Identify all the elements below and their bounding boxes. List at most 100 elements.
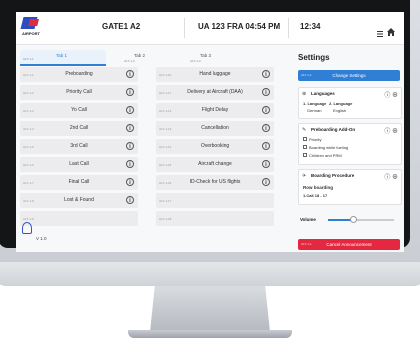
tab-bar: A1T-1-1 Tab 1 Tab 2 A1T-1-2 Tab 3 A1T-1-… <box>20 50 276 66</box>
home-icon[interactable] <box>387 23 395 36</box>
left-col-announcement-row[interactable]: A1T-1-7 Final Call i <box>20 175 138 190</box>
row-label: Overbooking <box>200 143 230 149</box>
row-code: A1T-1-18 <box>159 217 172 221</box>
info-icon[interactable]: i <box>126 88 134 96</box>
volume-label: Volume <box>300 217 316 222</box>
info-icon[interactable]: i <box>262 142 270 150</box>
right-col-announcement-row[interactable]: A1T-1-10 Hand luggage i <box>156 67 274 82</box>
globe-icon: ⊕ <box>302 91 307 97</box>
preboarding-addon-panel: ✎ Preboarding Add-On ⓘ ⊕ Priority Boardi… <box>298 123 402 165</box>
language-1-label: 1. Language <box>303 101 327 106</box>
logo-text: AIRPORT <box>22 31 40 36</box>
language-2-value[interactable]: English <box>333 108 346 113</box>
plane-icon: ✈ <box>302 173 307 179</box>
app-screen: AIRPORT GATE1 A2 UA 123 FRA 04:54 PM 12:… <box>16 12 404 252</box>
gate-label: GATE1 A2 <box>102 22 141 31</box>
boarding-detail: 1.Call 18 - 17 <box>303 193 328 198</box>
info-icon[interactable]: i <box>262 88 270 96</box>
monitor-stand-base <box>128 330 292 338</box>
button-label: Change Settings <box>332 73 366 78</box>
info-icon[interactable]: i <box>262 160 270 168</box>
button-code: A1T-1-1 <box>301 242 312 246</box>
right-col-announcement-row[interactable]: A1T-1-13 Cancellation i <box>156 121 274 136</box>
priority-checkbox[interactable] <box>303 137 307 141</box>
left-col-announcement-row[interactable]: A1T-1-4 2nd Call i <box>20 121 138 136</box>
info-add-icons[interactable]: ⓘ ⊕ <box>384 90 398 99</box>
row-label: Lost & Found <box>64 197 94 203</box>
tab-code: A1T-1-2 <box>124 59 135 63</box>
info-add-icons[interactable]: ⓘ ⊕ <box>384 126 398 135</box>
header-divider <box>288 18 289 38</box>
tab-label: Tab 2 <box>134 53 146 58</box>
volume-slider[interactable] <box>328 216 394 223</box>
header-divider <box>184 18 185 38</box>
fueling-checkbox[interactable] <box>303 145 307 149</box>
info-icon[interactable]: i <box>262 178 270 186</box>
language-1-value[interactable]: German <box>307 108 321 113</box>
left-col-announcement-row[interactable]: A1T-1-9 <box>20 211 138 226</box>
left-col-announcement-row[interactable]: A1T-1-2 Priority Call i <box>20 85 138 100</box>
tab-label: Tab 3 <box>200 53 212 58</box>
row-label: Cancellation <box>201 125 229 131</box>
left-col-announcement-row[interactable]: A1T-1-8 Lost & Found i <box>20 193 138 208</box>
row-label: Flight Delay <box>201 107 229 113</box>
right-col-announcement-row[interactable]: A1T-1-12 Flight Delay i <box>156 103 274 118</box>
info-icon[interactable]: i <box>262 124 270 132</box>
info-icon[interactable]: i <box>126 124 134 132</box>
tab-code: A1T-1-3 <box>190 59 201 63</box>
info-icon[interactable]: i <box>126 106 134 114</box>
left-col-announcement-row[interactable]: A1T-1-3 Yo Call i <box>20 103 138 118</box>
row-label: Aircraft change <box>198 161 232 167</box>
tab-1[interactable]: A1T-1-1 Tab 1 <box>20 50 106 66</box>
tab-label: Tab 1 <box>56 53 68 58</box>
panel-title: Boarding Procedure <box>311 173 355 178</box>
left-col-announcement-row[interactable]: A1T-1-5 3rd Call i <box>20 139 138 154</box>
row-label: ID-Check for US flights <box>189 179 241 185</box>
row-label: Yo Call <box>71 107 87 113</box>
addon-item: Children and PRM <box>309 153 342 158</box>
button-code: A1T-1-1 <box>301 73 312 77</box>
row-code: A1T-1-17 <box>159 199 172 203</box>
addon-item: Priority <box>309 137 322 142</box>
left-col-announcement-row[interactable]: A1T-1-6 Last Call i <box>20 157 138 172</box>
info-icon[interactable]: i <box>126 160 134 168</box>
row-label: Delivery at Aircraft (DAA) <box>187 89 243 95</box>
info-icon[interactable]: i <box>262 106 270 114</box>
info-icon[interactable]: i <box>126 196 134 204</box>
row-label: Final Call <box>68 179 90 185</box>
flight-label: UA 123 FRA 04:54 PM <box>198 22 281 31</box>
version-label: V 1.0 <box>36 236 47 241</box>
row-label: Preboarding <box>65 71 93 77</box>
panel-title: Languages <box>311 91 335 96</box>
info-icon[interactable]: i <box>126 70 134 78</box>
info-icon[interactable]: i <box>262 70 270 78</box>
boarding-procedure-panel: ✈ Boarding Procedure ⓘ ⊕ Row boarding 1.… <box>298 169 402 205</box>
row-label: 3rd Call <box>70 143 88 149</box>
cancel-announcement-button[interactable]: A1T-1-1 Cancel Announcement <box>298 239 400 250</box>
settings-panel: Settings A1T-1-1 Change Settings ⊕ Langu… <box>288 45 402 252</box>
clock-label: 12:34 <box>300 22 321 31</box>
right-col-announcement-row[interactable]: A1T-1-11 Delivery at Aircraft (DAA) i <box>156 85 274 100</box>
right-col-announcement-row[interactable]: A1T-1-14 Overbooking i <box>156 139 274 154</box>
monitor-chin <box>0 262 420 286</box>
right-col-announcement-row[interactable]: A1T-1-16 ID-Check for US flights i <box>156 175 274 190</box>
hamburger-menu-icon[interactable] <box>377 24 383 37</box>
info-icon[interactable]: i <box>126 178 134 186</box>
right-col-announcement-row[interactable]: A1T-1-15 Aircraft change i <box>156 157 274 172</box>
volume-slider-thumb[interactable] <box>349 216 357 223</box>
tab-3[interactable]: Tab 3 A1T-1-3 <box>190 50 270 64</box>
tab-2[interactable]: Tab 2 A1T-1-2 <box>108 50 188 64</box>
row-label: Hand luggage <box>199 71 231 77</box>
right-col-announcement-row[interactable]: A1T-1-17 <box>156 193 274 208</box>
right-col-announcement-row[interactable]: A1T-1-18 <box>156 211 274 226</box>
brand-logo-icon <box>22 222 32 234</box>
info-add-icons[interactable]: ⓘ ⊕ <box>384 172 398 181</box>
info-icon[interactable]: i <box>126 142 134 150</box>
change-settings-button[interactable]: A1T-1-1 Change Settings <box>298 70 400 81</box>
left-col-announcement-row[interactable]: A1T-1-1 Preboarding i <box>20 67 138 82</box>
row-label: 2nd Call <box>69 125 89 131</box>
top-bar: AIRPORT GATE1 A2 UA 123 FRA 04:54 PM 12:… <box>16 12 404 45</box>
addon-item: Boarding while fueling <box>309 145 349 150</box>
children-prm-checkbox[interactable] <box>303 153 307 157</box>
airport-logo: AIRPORT <box>20 17 44 39</box>
